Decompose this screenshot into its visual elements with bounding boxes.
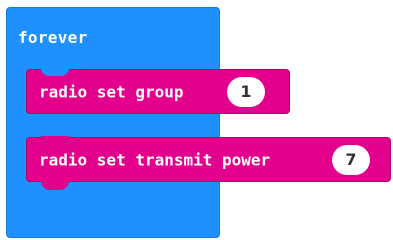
block-notch <box>41 136 69 144</box>
radio-set-transmit-power-block[interactable]: radio set transmit power 7 <box>26 136 391 190</box>
radio-set-group-label: radio set group <box>39 82 184 101</box>
group-value-input[interactable]: 1 <box>227 76 265 107</box>
forever-label: forever <box>18 28 88 47</box>
radio-set-transmit-power-label: radio set transmit power <box>39 150 271 169</box>
transmit-power-value-input[interactable]: 7 <box>332 144 370 175</box>
block-notch <box>41 68 69 76</box>
radio-set-group-block[interactable]: radio set group 1 <box>26 68 290 114</box>
